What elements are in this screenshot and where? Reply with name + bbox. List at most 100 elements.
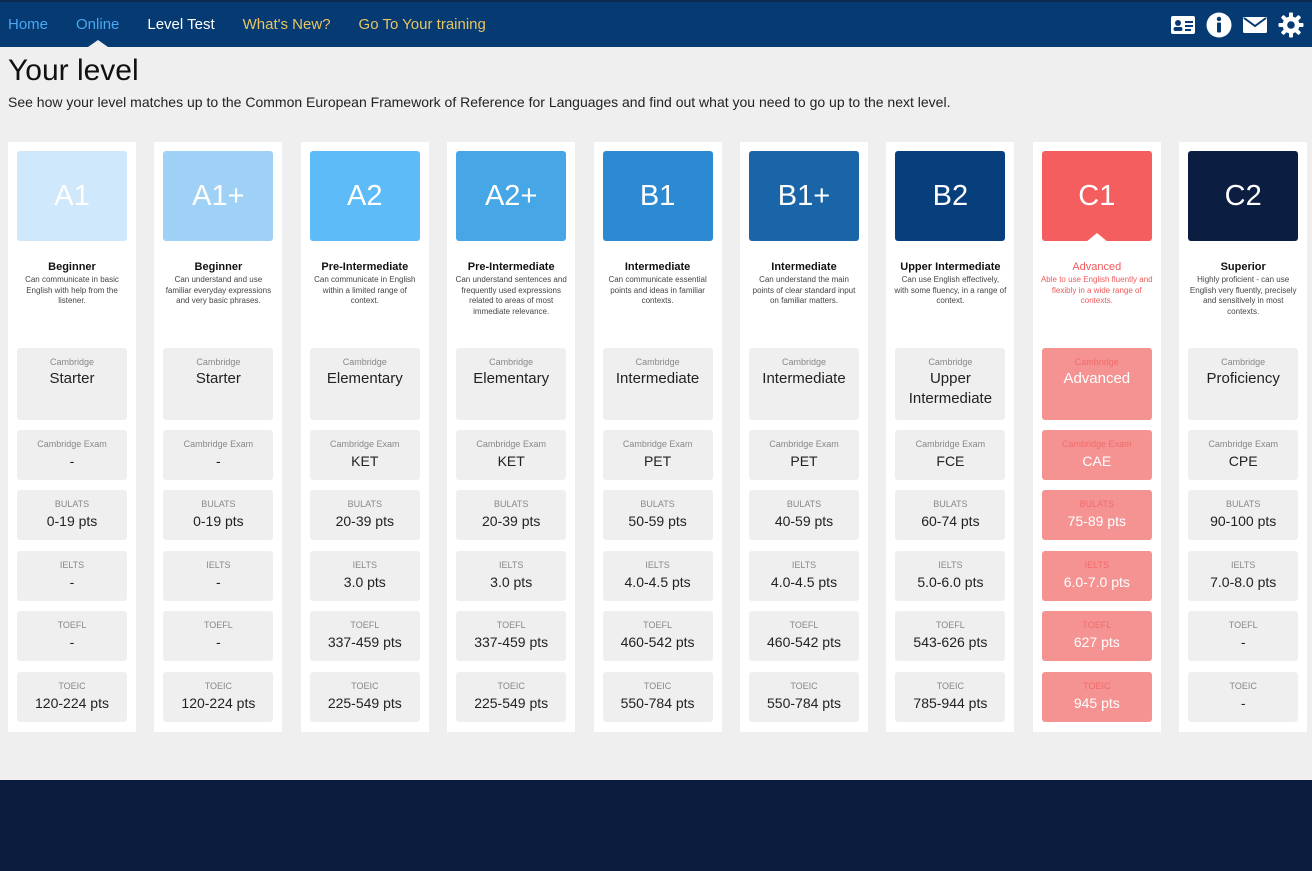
- level-name: Beginner: [48, 261, 96, 273]
- toefl-score-value: 543-626 pts: [913, 634, 988, 650]
- toefl-score-label: TOEFL: [57, 620, 87, 630]
- level-description: Can use English effectively, with some f…: [894, 275, 1007, 305]
- cambridge-level-value: Starter: [195, 370, 241, 387]
- level-description: Able to use English fluently and flexibl…: [1040, 275, 1153, 305]
- main-nav: Home Online Level Test What's New? Go To…: [0, 2, 514, 47]
- level-badge-a1[interactable]: A1: [17, 151, 127, 241]
- level-badge-b1[interactable]: B1: [602, 151, 713, 241]
- nav-level-test-link[interactable]: Level Test: [147, 2, 214, 47]
- level-name: Beginner: [194, 261, 243, 273]
- ielts-score-value: 3.0 pts: [490, 574, 533, 590]
- toeic-score-label: TOEIC: [497, 681, 525, 691]
- bulats-score-box: BULATS 90-100 pts: [1188, 490, 1299, 540]
- cambridge-exam-box: Cambridge Exam KET: [309, 430, 420, 480]
- toeic-score-box: TOEIC -: [1188, 672, 1299, 722]
- toefl-score-label: TOEFL: [789, 620, 819, 630]
- cambridge-exam-label: Cambridge Exam: [183, 439, 254, 449]
- toefl-score-box: TOEFL 337-459 pts: [309, 611, 420, 661]
- ielts-score-label: IELTS: [59, 560, 85, 570]
- toefl-score-box: TOEFL 460-542 pts: [749, 611, 859, 661]
- cambridge-exam-value: -: [216, 453, 221, 469]
- level-code: A1+: [192, 179, 245, 212]
- level-badge-a1-plus[interactable]: A1+: [163, 151, 274, 241]
- bulats-score-box: BULATS 50-59 pts: [602, 490, 713, 540]
- level-badge-b2[interactable]: B2: [895, 151, 1006, 241]
- level-column-c1: C1 Advanced Able to use English fluently a…: [1032, 142, 1161, 732]
- bulats-score-label: BULATS: [933, 499, 968, 509]
- toeic-score-value: 945 pts: [1073, 695, 1120, 711]
- ielts-score-box: IELTS 7.0-8.0 pts: [1188, 551, 1299, 601]
- mail-icon[interactable]: [1242, 12, 1268, 38]
- toefl-score-value: 337-459 pts: [327, 634, 402, 650]
- cambridge-level-label: Cambridge: [1221, 357, 1266, 367]
- ielts-score-label: IELTS: [499, 560, 524, 570]
- contact-card-icon[interactable]: [1170, 12, 1196, 38]
- level-column-b1-plus: B1+ Intermediate Can understand the main p…: [740, 142, 868, 732]
- ielts-score-label: IELTS: [791, 560, 817, 570]
- cambridge-exam-label: Cambridge Exam: [476, 439, 546, 449]
- cambridge-level-label: Cambridge: [49, 357, 95, 367]
- cambridge-level-value: Starter: [49, 370, 95, 387]
- cambridge-exam-box: Cambridge Exam -: [163, 430, 274, 480]
- toeic-score-value: 120-224 pts: [35, 695, 109, 711]
- bulats-score-box: BULATS 20-39 pts: [456, 490, 567, 540]
- ielts-score-label: IELTS: [1084, 560, 1109, 570]
- level-badge-a2-plus[interactable]: A2+: [456, 151, 567, 241]
- ielts-score-value: 4.0-4.5 pts: [624, 574, 691, 590]
- cambridge-level-label: Cambridge: [489, 357, 534, 367]
- toeic-score-label: TOEIC: [643, 681, 672, 691]
- toefl-score-value: 627 pts: [1073, 634, 1120, 650]
- toeic-score-label: TOEIC: [1229, 681, 1257, 691]
- level-name: Pre-Intermediate: [321, 261, 409, 273]
- toefl-score-label: TOEFL: [643, 620, 673, 630]
- level-badge-a2[interactable]: A2: [309, 151, 420, 241]
- nav-go-to-training-link[interactable]: Go To Your training: [359, 2, 486, 47]
- bulats-score-value: 0-19 pts: [193, 513, 244, 529]
- top-navigation-bar: Home Online Level Test What's New? Go To…: [0, 0, 1312, 47]
- bulats-score-value: 90-100 pts: [1210, 513, 1277, 529]
- level-description: Can communicate essential points and ide…: [608, 275, 707, 305]
- level-badge-b1-plus[interactable]: B1+: [749, 151, 859, 241]
- cambridge-level-box: Cambridge Starter: [163, 348, 274, 420]
- bulats-score-box: BULATS 75-89 pts: [1041, 490, 1152, 540]
- page-footer: [0, 780, 1312, 871]
- nav-whats-new-link[interactable]: What's New?: [243, 2, 331, 47]
- level-code: C1: [1078, 179, 1116, 212]
- toeic-score-box: TOEIC 550-784 pts: [602, 672, 713, 722]
- bulats-score-label: BULATS: [1226, 499, 1261, 509]
- cambridge-exam-label: Cambridge Exam: [622, 439, 693, 449]
- gear-icon[interactable]: [1278, 12, 1304, 38]
- toeic-score-box: TOEIC 225-549 pts: [309, 672, 420, 722]
- toefl-score-label: TOEFL: [1228, 620, 1258, 630]
- bulats-score-box: BULATS 0-19 pts: [163, 490, 274, 540]
- level-name: Pre-Intermediate: [467, 261, 555, 273]
- level-code: B1+: [777, 179, 831, 212]
- bulats-score-value: 75-89 pts: [1067, 513, 1126, 529]
- cambridge-level-label: Cambridge: [196, 357, 241, 367]
- toeic-score-value: 785-944 pts: [913, 695, 988, 711]
- cambridge-level-box: Cambridge Elementary: [456, 348, 567, 420]
- ielts-score-box: IELTS 4.0-4.5 pts: [602, 551, 713, 601]
- nav-home-link[interactable]: Home: [8, 2, 48, 47]
- toefl-score-label: TOEFL: [1082, 620, 1112, 630]
- level-badge-c2[interactable]: C2: [1188, 151, 1299, 241]
- nav-online-link[interactable]: Online: [76, 2, 119, 47]
- cambridge-exam-box: Cambridge Exam CPE: [1188, 430, 1299, 480]
- bulats-score-label: BULATS: [54, 499, 90, 509]
- level-code: A2: [347, 179, 383, 212]
- bulats-score-value: 0-19 pts: [46, 513, 98, 529]
- toefl-score-box: TOEFL 627 pts: [1041, 611, 1152, 661]
- ielts-score-value: 4.0-4.5 pts: [770, 574, 838, 590]
- level-name: Superior: [1220, 261, 1266, 273]
- level-badge-c1[interactable]: C1: [1041, 151, 1152, 242]
- cambridge-level-label: Cambridge: [1074, 357, 1119, 367]
- ielts-score-value: 3.0 pts: [343, 574, 386, 590]
- info-icon[interactable]: [1206, 12, 1232, 38]
- ielts-score-value: -: [216, 574, 221, 590]
- ielts-score-label: IELTS: [1231, 560, 1256, 570]
- cambridge-level-value: Elementary: [326, 370, 403, 387]
- toeic-score-label: TOEIC: [936, 681, 965, 691]
- cambridge-exam-box: Cambridge Exam CAE: [1041, 430, 1152, 480]
- page-title: Your level: [8, 54, 139, 87]
- toefl-score-label: TOEFL: [496, 620, 526, 630]
